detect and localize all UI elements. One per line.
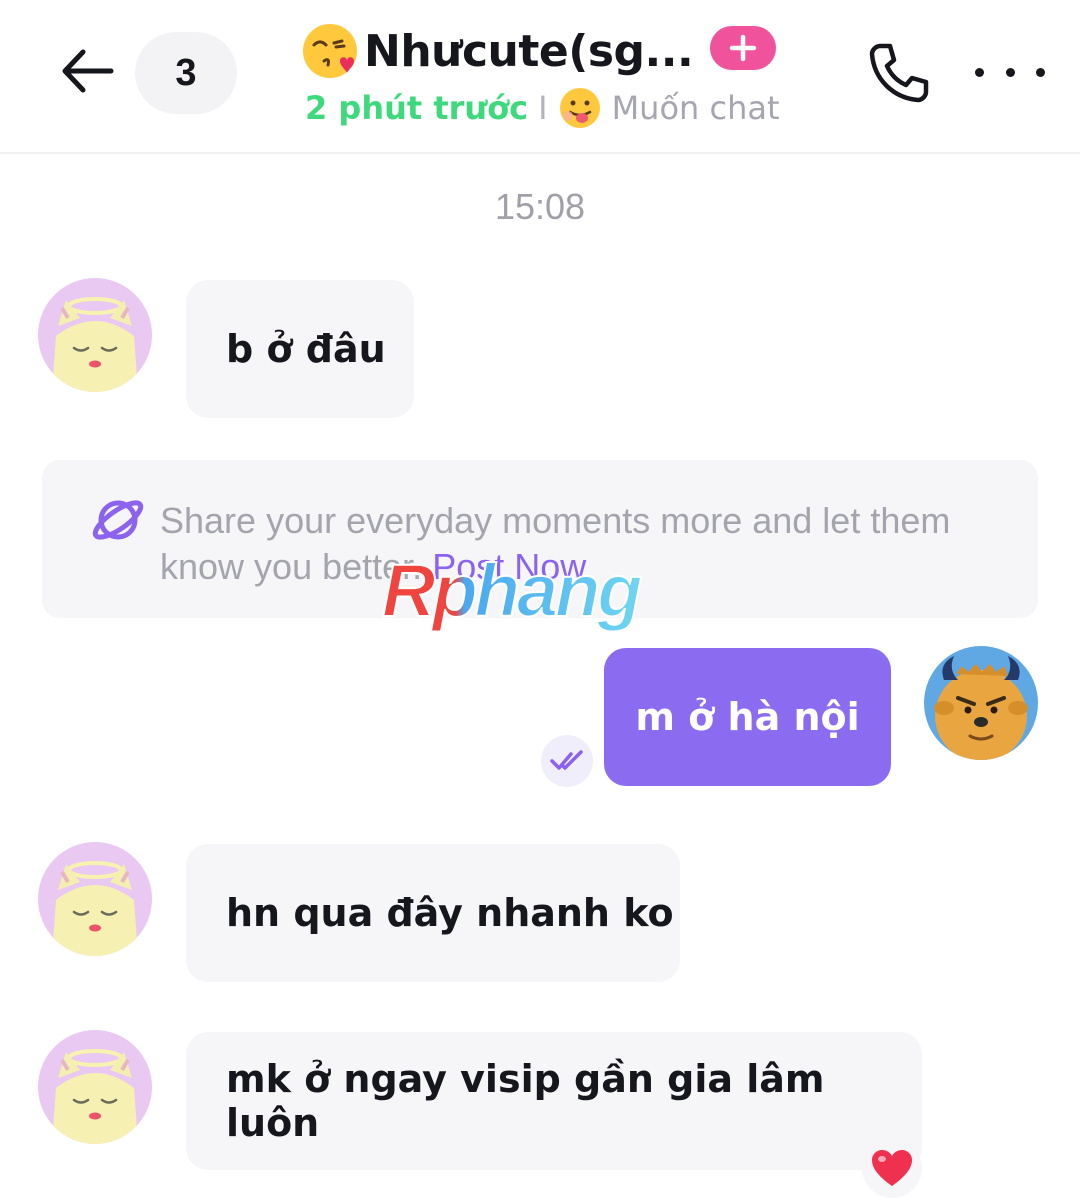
status-row: 2 phút trước I Muốn chat [305, 84, 780, 132]
arrow-left-icon [62, 49, 114, 93]
share-moments-text: Share your everyday moments more and let… [160, 498, 980, 590]
message-bubble-incoming[interactable]: b ở đâu [186, 280, 414, 418]
contact-avatar[interactable] [38, 842, 152, 956]
more-dots-icon [1005, 67, 1015, 77]
heart-reaction[interactable] [862, 1138, 922, 1198]
angel-cat-avatar-icon [38, 278, 152, 392]
message-text: mk ở ngay visip gần gia lâm luôn [226, 1057, 825, 1145]
status-separator: I [538, 89, 548, 127]
contact-name: Nhưcute(sg... [364, 25, 694, 77]
message-bubble-incoming[interactable]: hn qua đây nhanh ko [186, 844, 680, 982]
contact-avatar[interactable] [38, 1030, 152, 1144]
post-now-link[interactable]: Post Now [432, 546, 586, 587]
tongue-face-emoji-icon [559, 88, 600, 128]
heart-icon [872, 1150, 912, 1186]
call-button[interactable] [862, 36, 934, 108]
message-text: b ở đâu [226, 327, 386, 371]
add-friend-button[interactable] [710, 26, 776, 70]
unread-count-badge[interactable]: 3 [135, 32, 237, 114]
kissing-face-emoji-icon [303, 24, 357, 78]
more-dots-icon [975, 67, 984, 77]
message-text: m ở hà nội [635, 695, 860, 739]
bull-avatar-icon [924, 646, 1038, 760]
message-text: hn qua đây nhanh ko [226, 891, 674, 935]
time-separator: 15:08 [494, 186, 586, 227]
phone-icon [869, 43, 929, 103]
angel-cat-avatar-icon [38, 842, 152, 956]
double-check-icon [550, 750, 583, 770]
planet-icon [92, 500, 144, 540]
more-dots-icon [1036, 67, 1045, 77]
my-avatar[interactable] [924, 646, 1038, 760]
mood-status: Muốn chat [611, 89, 780, 127]
read-receipt [541, 735, 593, 787]
message-bubble-incoming[interactable]: mk ở ngay visip gần gia lâm luôn [186, 1032, 922, 1170]
plus-icon [729, 34, 757, 62]
last-active-time: 2 phút trước [305, 89, 529, 127]
chat-title[interactable]: Nhưcute(sg... [300, 18, 694, 84]
angel-cat-avatar-icon [38, 1030, 152, 1144]
more-options-button[interactable] [975, 50, 1045, 94]
back-button[interactable] [52, 36, 122, 106]
message-bubble-outgoing[interactable]: m ở hà nội [604, 648, 891, 786]
contact-avatar[interactable] [38, 278, 152, 392]
chat-header: 3 Nhưcute(sg... 2 phút trước I Muốn chat [0, 0, 1080, 154]
